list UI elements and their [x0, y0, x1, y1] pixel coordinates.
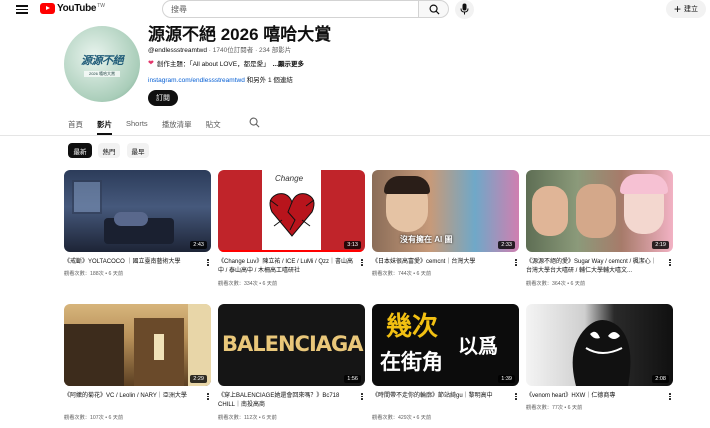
youtube-play-icon — [40, 3, 55, 14]
more-options-icon[interactable] — [205, 258, 211, 268]
video-card[interactable]: 2:08 《venom heart》HXW｜仁德商專 觀看次數：77次 • 6 … — [526, 304, 673, 411]
top-bar: YouTube TW 搜尋 + 建立 — [0, 0, 710, 20]
more-options-icon[interactable] — [667, 258, 673, 268]
channel-link-url[interactable]: instagram.com/endlessstreamtwd — [148, 77, 245, 84]
tab-posts[interactable]: 貼文 — [206, 115, 221, 135]
more-options-icon[interactable] — [513, 258, 519, 268]
channel-meta: @endlessstreamtwd · 1740位訂閱者 · 234 部影片 — [148, 47, 292, 54]
channel-title: 源源不絕 2026 嘻哈大賞 — [148, 25, 332, 44]
video-meta: 觀看次數：429次 • 6 天前 — [372, 415, 432, 421]
video-card[interactable]: 幾次 在街角 以爲 1:39 《時間帶不走你的輪廓》節站綺gu｜黎明高中 觀看次… — [372, 304, 519, 421]
video-duration: 1:56 — [344, 375, 361, 383]
video-card[interactable]: 2:43 《戒斷》YOLTACOCO ｜國立臺南藝術大學 觀看次數：188次 •… — [64, 170, 211, 277]
video-thumbnail[interactable]: 2:08 — [526, 304, 673, 386]
search-input[interactable]: 搜尋 — [162, 0, 419, 18]
more-options-icon[interactable] — [667, 392, 673, 402]
heart-icon: ❤ — [148, 60, 154, 67]
chip-latest[interactable]: 最新 — [68, 143, 92, 158]
tab-divider — [0, 135, 710, 136]
thumbnail-text: 在街角 — [380, 351, 443, 374]
more-links[interactable]: 和另外 1 個連結 — [247, 77, 293, 84]
video-meta: 觀看次數：188次 • 6 天前 — [64, 271, 124, 277]
video-card[interactable]: 2:19 《源源不絕的愛》Sugar Way / cemcnt / 楓潔心｜台灣… — [526, 170, 673, 287]
tab-shorts[interactable]: Shorts — [126, 115, 148, 135]
video-meta: 觀看次數：364次 • 6 天前 — [526, 281, 586, 287]
video-meta: 觀看次數：112次 • 6 天前 — [218, 415, 277, 421]
watch-progress-bar — [218, 250, 365, 252]
video-title[interactable]: 《Change Luv》陳立祐 / ICE / LuMi / Qzz｜書山高中 … — [218, 258, 354, 275]
youtube-logo[interactable]: YouTube TW — [40, 3, 105, 14]
video-card[interactable]: 沒有擁在 AI 圖 2:33 《日本妹很高富愛》cemcnt｜台灣大學 觀看次數… — [372, 170, 519, 277]
video-title[interactable]: 《阿嬤的菊花》VC / Leolin / NARY｜亞洲大學 — [64, 392, 200, 401]
video-duration: 2:19 — [652, 241, 669, 249]
video-meta: 觀看次數：334次 • 6 天前 — [218, 281, 278, 287]
tab-videos[interactable]: 影片 — [97, 115, 112, 135]
video-title[interactable]: 《時間帶不走你的輪廓》節站綺gu｜黎明高中 — [372, 392, 508, 401]
more-options-icon[interactable] — [359, 392, 365, 402]
video-title[interactable]: 《穿上BALENCIAGE她還會回來嗎？》Bc718 CHILL｜南投高商 — [218, 392, 354, 409]
more-options-icon[interactable] — [205, 392, 211, 402]
plus-icon: + — [673, 2, 681, 16]
thumbnail-text: BALENCIAGA — [222, 332, 364, 356]
search-button[interactable] — [419, 0, 449, 18]
voice-search-button[interactable] — [455, 0, 474, 19]
channel-handle: @endlessstreamtwd — [148, 47, 207, 54]
channel-avatar[interactable]: 源源不絕 2026 嘻哈大賞 — [64, 26, 140, 102]
channel-links: instagram.com/endlessstreamtwd 和另外 1 個連結 — [148, 74, 293, 84]
description-text: 創作主題：「All about LOVE，都是愛」 — [156, 61, 270, 68]
search-icon — [429, 4, 440, 15]
video-thumbnail[interactable]: 2:29 — [64, 304, 211, 386]
video-thumbnail[interactable]: 2:43 — [64, 170, 211, 252]
create-button[interactable]: + 建立 — [666, 0, 706, 18]
logo-region: TW — [97, 2, 105, 9]
video-duration: 2:29 — [190, 375, 207, 383]
video-thumbnail[interactable]: Change 3:13 — [218, 170, 365, 252]
video-duration: 2:43 — [190, 241, 207, 249]
video-card[interactable]: Change 3:13 《Change Luv》陳立祐 / ICE / LuMi… — [218, 170, 365, 287]
video-thumbnail[interactable]: 沒有擁在 AI 圖 2:33 — [372, 170, 519, 252]
avatar-subtitle: 2026 嘻哈大賞 — [84, 71, 120, 77]
video-thumbnail[interactable]: BALENCIAGA 1:56 — [218, 304, 365, 386]
venom-figure-icon — [572, 319, 631, 386]
video-title[interactable]: 《源源不絕的愛》Sugar Way / cemcnt / 楓潔心｜台灣大學台大嘻… — [526, 258, 662, 275]
menu-icon[interactable] — [16, 3, 28, 15]
tab-home[interactable]: 首頁 — [68, 115, 83, 135]
microphone-icon — [460, 3, 469, 15]
logo-text: YouTube — [57, 3, 97, 14]
tab-playlists[interactable]: 播放清單 — [162, 115, 192, 135]
channel-description[interactable]: ❤ 創作主題：「All about LOVE，都是愛」 ...顯示更多 — [148, 58, 304, 68]
video-title[interactable]: 《venom heart》HXW｜仁德商專 — [526, 392, 662, 401]
video-card[interactable]: 2:29 《阿嬤的菊花》VC / Leolin / NARY｜亞洲大學 觀看次數… — [64, 304, 211, 421]
create-label: 建立 — [684, 6, 698, 13]
more-options-icon[interactable] — [359, 258, 365, 268]
thumbnail-text: 沒有擁在 AI 圖 — [400, 235, 453, 244]
video-thumbnail[interactable]: 幾次 在街角 以爲 1:39 — [372, 304, 519, 386]
channel-search-icon[interactable] — [249, 117, 260, 128]
chip-oldest[interactable]: 最早 — [127, 143, 149, 158]
avatar-title: 源源不絕 — [81, 55, 124, 67]
video-duration: 2:08 — [652, 375, 669, 383]
video-count: 234 部影片 — [259, 47, 292, 54]
video-title[interactable]: 《日本妹很高富愛》cemcnt｜台灣大學 — [372, 258, 508, 267]
chip-popular[interactable]: 熱門 — [98, 143, 120, 158]
show-more-link[interactable]: ...顯示更多 — [273, 58, 304, 68]
thumbnail-text: Change — [275, 174, 304, 183]
video-card[interactable]: BALENCIAGA 1:56 《穿上BALENCIAGE她還會回來嗎？》Bc7… — [218, 304, 365, 421]
more-options-icon[interactable] — [513, 392, 519, 402]
broken-heart-icon — [269, 193, 315, 237]
video-duration: 2:33 — [498, 241, 515, 249]
video-title[interactable]: 《戒斷》YOLTACOCO ｜國立臺南藝術大學 — [64, 258, 200, 267]
video-duration: 3:13 — [344, 241, 361, 249]
subscribe-button[interactable]: 訂閱 — [148, 90, 178, 106]
subscriber-count: 1740位訂閱者 — [212, 47, 254, 54]
thumbnail-text: 幾次 — [386, 311, 439, 341]
video-duration: 1:39 — [498, 375, 515, 383]
video-thumbnail[interactable]: 2:19 — [526, 170, 673, 252]
channel-tabs: 首頁 影片 Shorts 播放清單 貼文 — [68, 115, 235, 135]
thumbnail-text: 以爲 — [458, 336, 498, 358]
video-meta: 觀看次數：77次 • 6 天前 — [526, 405, 583, 411]
video-meta: 觀看次數：107次 • 6 天前 — [64, 415, 124, 421]
video-meta: 觀看次數：744次 • 6 天前 — [372, 271, 432, 277]
